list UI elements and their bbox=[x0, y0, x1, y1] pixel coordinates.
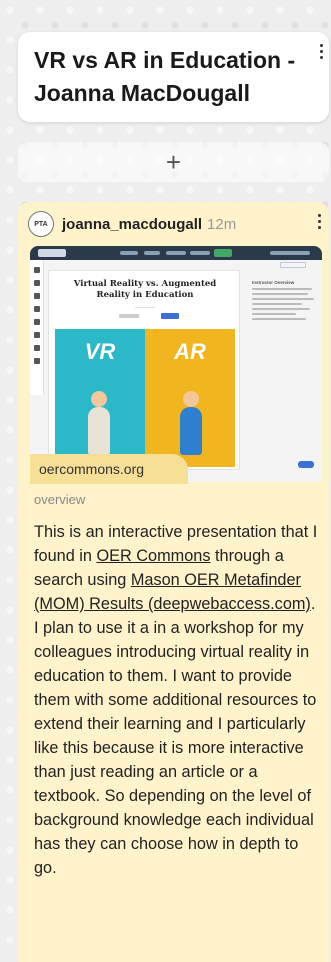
preview-ar-label: AR bbox=[174, 339, 206, 364]
preview-nav-item bbox=[166, 251, 186, 255]
preview-side-button bbox=[280, 262, 306, 268]
link-preview-image[interactable]: Virtual Reality vs. Augmented Reality in… bbox=[30, 246, 322, 482]
ar-person bbox=[180, 407, 202, 455]
vr-person bbox=[88, 407, 110, 455]
preview-side-panel: Instructor Overview bbox=[252, 280, 318, 360]
preview-slide-author: ————— bbox=[135, 304, 155, 309]
link-domain-badge[interactable]: oercommons.org bbox=[30, 454, 188, 484]
avatar-text: PTA bbox=[34, 220, 48, 228]
preview-vr-panel: VR bbox=[55, 329, 145, 467]
post-timestamp: 12m bbox=[207, 215, 237, 233]
preview-nav-item bbox=[144, 251, 160, 255]
preview-side-title: Instructor Overview bbox=[252, 280, 295, 285]
post-header: PTA joanna_macdougall 12m bbox=[28, 210, 328, 238]
preview-ar-panel: AR bbox=[145, 329, 235, 467]
preview-nav-item bbox=[190, 251, 210, 255]
preview-vr-label: VR bbox=[84, 339, 116, 364]
post-card: PTA joanna_macdougall 12m Virtual Realit… bbox=[18, 202, 329, 962]
board-title-card: VR vs AR in Education - Joanna MacDougal… bbox=[18, 32, 329, 122]
post-menu-icon[interactable] bbox=[318, 214, 321, 229]
add-post-button[interactable]: + bbox=[18, 142, 329, 182]
preview-slide-button bbox=[161, 313, 179, 319]
plus-icon: + bbox=[165, 146, 182, 177]
preview-nav-item bbox=[120, 251, 138, 255]
oer-commons-link[interactable]: OER Commons bbox=[96, 547, 210, 565]
post-body: This is an interactive presentation that… bbox=[34, 520, 319, 880]
preview-slide-control bbox=[119, 314, 139, 318]
board-menu-icon[interactable] bbox=[320, 44, 323, 59]
preview-logo bbox=[38, 249, 66, 257]
ar-person-head bbox=[183, 391, 199, 407]
preview-feedback-button bbox=[298, 461, 314, 468]
preview-slide-title: Virtual Reality vs. Augmented Reality in… bbox=[73, 279, 217, 300]
preview-slide: Virtual Reality vs. Augmented Reality in… bbox=[48, 270, 240, 470]
post-body-text: . I plan to use it a in a workshop for m… bbox=[34, 595, 317, 877]
preview-toolbar bbox=[30, 260, 44, 395]
preview-green-button bbox=[214, 249, 232, 257]
board-title: VR vs AR in Education - Joanna MacDougal… bbox=[34, 47, 296, 106]
preview-nav-bar bbox=[30, 246, 322, 260]
post-subject: overview bbox=[34, 492, 86, 507]
vr-person-head bbox=[91, 391, 107, 407]
link-domain: oercommons.org bbox=[39, 461, 145, 477]
preview-nav-item bbox=[270, 251, 310, 255]
avatar[interactable]: PTA bbox=[28, 211, 54, 237]
post-author[interactable]: joanna_macdougall bbox=[62, 216, 202, 233]
